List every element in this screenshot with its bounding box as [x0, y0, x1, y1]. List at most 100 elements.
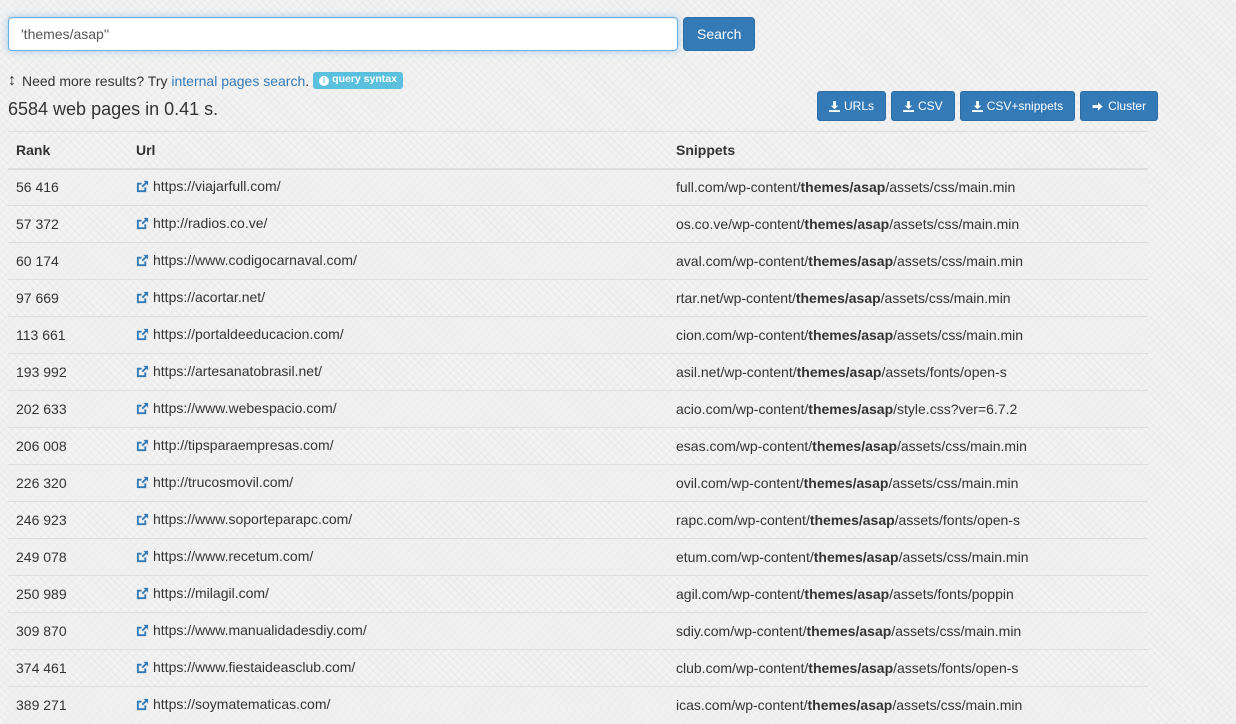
snippet-match: themes/asap: [808, 253, 894, 269]
table-row: 374 461 https://www.fiestaideasclub.com/c…: [8, 649, 1148, 687]
external-link-icon[interactable]: [136, 476, 149, 492]
url-text: https://acortar.net/: [153, 289, 266, 305]
snippet-post: /assets/fonts/open-s: [894, 512, 1020, 528]
url-text: https://artesanatobrasil.net/: [153, 363, 322, 379]
table-row: 202 633 https://www.webespacio.com/acio.c…: [8, 390, 1148, 428]
snippet-cell: asil.net/wp-content/themes/asap/assets/f…: [668, 353, 1148, 391]
snippet-post: /assets/css/main.min: [888, 475, 1019, 491]
snippet-post: /assets/css/main.min: [880, 290, 1011, 306]
snippet-post: /assets/css/main.min: [891, 623, 1022, 639]
snippet-pre: rapc.com/wp-content/: [676, 512, 810, 528]
snippet-match: themes/asap: [803, 475, 889, 491]
table-row: 309 870 https://www.manualidadesdiy.com/s…: [8, 612, 1148, 650]
external-link-icon[interactable]: [136, 587, 149, 603]
external-link-icon[interactable]: [136, 402, 149, 418]
url-text: https://viajarfull.com/: [153, 178, 281, 195]
search-button[interactable]: Search: [683, 17, 756, 51]
snippet-cell: etum.com/wp-content/themes/asap/assets/c…: [668, 538, 1148, 576]
url-cell[interactable]: http://radios.co.ve/: [128, 205, 668, 243]
table-row: 56 416 https://viajarfull.com/full.com/wp…: [8, 168, 1148, 206]
table-row: 249 078 https://www.recetum.com/etum.com/…: [8, 538, 1148, 576]
rank-header[interactable]: Rank: [8, 131, 128, 170]
table-row: 57 372 http://radios.co.ve/os.co.ve/wp-co…: [8, 205, 1148, 243]
external-link-icon[interactable]: [136, 291, 149, 307]
external-link-icon[interactable]: [136, 624, 149, 640]
export-csv-button[interactable]: CSV: [891, 91, 955, 121]
external-link-icon[interactable]: [136, 661, 149, 677]
snippet-pre: acio.com/wp-content/: [676, 401, 809, 417]
more-results-hint: ↕ Need more results? Try internal pages …: [8, 72, 403, 89]
url-text: http://trucosmovil.com/: [153, 474, 294, 490]
external-link-icon[interactable]: [136, 365, 149, 381]
url-cell[interactable]: https://www.webespacio.com/: [128, 390, 668, 428]
table-row: 246 923 https://www.soporteparapc.com/rap…: [8, 501, 1148, 539]
rank-cell: 246 923: [8, 501, 128, 539]
cluster-button[interactable]: Cluster: [1080, 91, 1159, 121]
snippet-match: themes/asap: [806, 623, 892, 639]
external-link-icon[interactable]: [136, 698, 149, 714]
url-cell[interactable]: https://www.recetum.com/: [128, 538, 668, 576]
snippet-post: /assets/css/main.min: [893, 327, 1024, 343]
url-cell[interactable]: https://milagil.com/: [128, 575, 668, 613]
rank-cell: 113 661: [8, 316, 128, 354]
url-text: http://radios.co.ve/: [153, 215, 268, 231]
url-cell[interactable]: https://acortar.net/: [128, 279, 668, 317]
download-icon: [903, 100, 915, 112]
table-row: 389 271 https://soymatematicas.com/icas.c…: [8, 686, 1148, 724]
export-urls-label: URLs: [844, 99, 875, 113]
table-row: 60 174 https://www.codigocarnaval.com/ava…: [8, 242, 1148, 280]
external-link-icon[interactable]: [136, 254, 149, 270]
download-icon: [829, 100, 840, 112]
rank-cell: 309 870: [8, 612, 128, 650]
url-header[interactable]: Url: [128, 131, 668, 170]
external-link-icon[interactable]: [136, 328, 149, 344]
url-text: http://tipsparaempresas.com/: [153, 437, 334, 453]
table-row: 226 320 http://trucosmovil.com/ovil.com/w…: [8, 464, 1148, 502]
table-row: 113 661 https://portaldeeducacion.com/cio…: [8, 316, 1148, 354]
rank-cell: 97 669: [8, 279, 128, 317]
snippet-cell: club.com/wp-content/themes/asap/assets/f…: [668, 649, 1148, 687]
snippets-header[interactable]: Snippets: [668, 131, 1148, 170]
snippet-pre: rtar.net/wp-content/: [676, 290, 796, 306]
external-link-icon[interactable]: [136, 217, 149, 233]
external-link-icon[interactable]: [136, 550, 149, 566]
query-syntax-badge[interactable]: i query syntax: [313, 72, 403, 89]
hint-suffix: .: [305, 72, 310, 89]
external-link-icon[interactable]: [136, 439, 149, 455]
url-cell[interactable]: https://portaldeeducacion.com/: [128, 316, 668, 354]
hint-prefix: Need more results? Try: [22, 72, 168, 89]
snippet-pre: icas.com/wp-content/: [676, 697, 808, 714]
url-cell[interactable]: https://viajarfull.com/: [128, 168, 668, 206]
external-link-icon[interactable]: [136, 513, 149, 529]
rank-cell: 249 078: [8, 538, 128, 576]
snippet-pre: asil.net/wp-content/: [676, 364, 797, 380]
url-text: https://www.fiestaideasclub.com/: [153, 659, 356, 675]
search-input[interactable]: [8, 17, 678, 51]
snippet-cell: sdiy.com/wp-content/themes/asap/assets/c…: [668, 612, 1148, 650]
results-table: Rank Url Snippets 56 416 https://viajarfu…: [8, 131, 1148, 724]
snippet-post: /assets/fonts/poppin: [889, 586, 1014, 602]
url-cell[interactable]: https://www.codigocarnaval.com/: [128, 242, 668, 280]
url-cell[interactable]: http://tipsparaempresas.com/: [128, 427, 668, 465]
vertical-arrows-icon: ↕: [8, 71, 16, 89]
url-cell[interactable]: https://www.soporteparapc.com/: [128, 501, 668, 539]
url-cell[interactable]: https://www.fiestaideasclub.com/: [128, 649, 668, 687]
internal-pages-search-link[interactable]: internal pages search: [171, 73, 305, 89]
rank-cell: 226 320: [8, 464, 128, 502]
url-cell[interactable]: https://soymatematicas.com/: [128, 686, 668, 724]
snippet-post: /assets/fonts/open-s: [893, 660, 1019, 676]
snippet-match: themes/asap: [796, 364, 882, 380]
export-urls-button[interactable]: URLs: [817, 91, 887, 121]
url-cell[interactable]: https://artesanatobrasil.net/: [128, 353, 668, 391]
rank-cell: 193 992: [8, 353, 128, 391]
url-cell[interactable]: http://trucosmovil.com/: [128, 464, 668, 502]
snippet-cell: cion.com/wp-content/themes/asap/assets/c…: [668, 316, 1148, 354]
cluster-label: Cluster: [1108, 99, 1147, 113]
export-csv-label: CSV: [918, 99, 943, 113]
export-csv-snippets-button[interactable]: CSV+snippets: [959, 91, 1076, 121]
url-cell[interactable]: https://www.manualidadesdiy.com/: [128, 612, 668, 650]
external-link-icon[interactable]: [136, 180, 149, 196]
snippet-match: themes/asap: [795, 290, 881, 306]
download-icon: [971, 100, 983, 112]
export-buttons: URLs CSV CSV+snippets Cluster: [817, 91, 1159, 121]
